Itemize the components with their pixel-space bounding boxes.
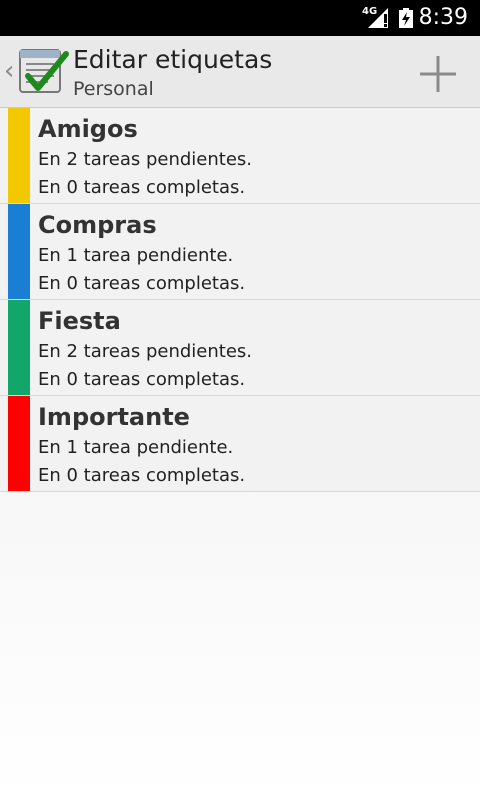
- page-subtitle: Personal: [73, 78, 154, 100]
- completed-count: En 0 tareas completas.: [38, 177, 246, 198]
- clock: 8:39: [418, 5, 468, 30]
- page-title: Editar etiquetas: [73, 45, 273, 74]
- battery-icon: [399, 8, 413, 28]
- signal-icon: [368, 8, 388, 28]
- pending-count: En 1 tarea pendiente.: [38, 245, 234, 266]
- checklist-icon[interactable]: [18, 46, 70, 96]
- label-item-importante[interactable]: Importante En 1 tarea pendiente. En 0 ta…: [0, 396, 480, 492]
- label-color-bar: [8, 204, 30, 299]
- status-bar: 4G 8:39: [0, 0, 480, 36]
- label-color-bar: [8, 108, 30, 203]
- label-list: Amigos En 2 tareas pendientes. En 0 tare…: [0, 108, 480, 492]
- label-item-fiesta[interactable]: Fiesta En 2 tareas pendientes. En 0 tare…: [0, 300, 480, 396]
- plus-icon[interactable]: [410, 50, 466, 98]
- completed-count: En 0 tareas completas.: [38, 369, 246, 390]
- completed-count: En 0 tareas completas.: [38, 465, 246, 486]
- label-name: Compras: [38, 211, 157, 239]
- completed-count: En 0 tareas completas.: [38, 273, 246, 294]
- pending-count: En 2 tareas pendientes.: [38, 149, 253, 170]
- chevron-left-icon[interactable]: ‹: [4, 56, 14, 86]
- label-item-amigos[interactable]: Amigos En 2 tareas pendientes. En 0 tare…: [0, 108, 480, 204]
- label-name: Importante: [38, 403, 190, 431]
- action-bar: ‹ Editar etiquetas Personal: [0, 36, 480, 108]
- label-item-compras[interactable]: Compras En 1 tarea pendiente. En 0 tarea…: [0, 204, 480, 300]
- pending-count: En 2 tareas pendientes.: [38, 341, 253, 362]
- pending-count: En 1 tarea pendiente.: [38, 437, 234, 458]
- label-color-bar: [8, 396, 30, 491]
- label-name: Fiesta: [38, 307, 121, 335]
- label-color-bar: [8, 300, 30, 395]
- label-name: Amigos: [38, 115, 138, 143]
